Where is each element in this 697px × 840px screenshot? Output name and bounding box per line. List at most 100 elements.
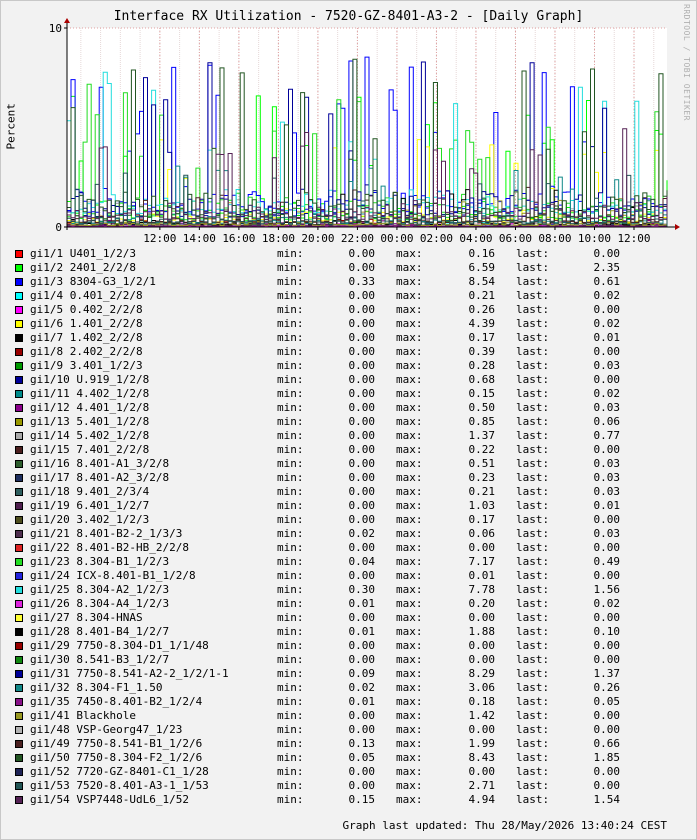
legend-swatch — [15, 502, 23, 510]
last-label: last: — [516, 709, 550, 722]
legend-row: gi1/6 1.401_2/2/8 min: 0.00 max: 4.39 last: 0.… — [15, 317, 675, 331]
legend-swatch — [15, 418, 23, 426]
legend-row: gi1/11 4.402_1/2/8 min: 0.00 max: 0.15 last: 0… — [15, 387, 675, 401]
legend-row: gi1/17 8.401-A2_3/2/8 min: 0.00 max: 0.23 las… — [15, 471, 675, 485]
min-label: min: — [277, 289, 304, 302]
min-value: 0.00 — [348, 541, 376, 554]
last-value: 0.66 — [593, 737, 621, 750]
max-value: 1.88 — [468, 625, 496, 638]
legend-row: gi1/1 U401_1/2/3 min: 0.00 max: 0.16 last: 0.0… — [15, 247, 675, 261]
legend-swatch — [15, 628, 23, 636]
last-value: 2.35 — [593, 261, 621, 274]
last-value: 0.03 — [593, 471, 621, 484]
last-value: 0.02 — [593, 597, 621, 610]
y-tick-label: 0 — [55, 221, 62, 234]
last-value: 0.26 — [593, 681, 621, 694]
series-name: gi1/13 5.401_1/2/8 — [30, 415, 150, 428]
series-name: gi1/12 4.401_1/2/8 — [30, 401, 150, 414]
max-label: max: — [396, 457, 423, 470]
min-value: 0.13 — [348, 737, 376, 750]
min-label: min: — [277, 247, 304, 260]
legend-row: gi1/26 8.304-A4_1/2/3 min: 0.01 max: 0.20 las… — [15, 597, 675, 611]
legend-swatch — [15, 642, 23, 650]
max-value: 7.17 — [468, 555, 496, 568]
last-label: last: — [516, 569, 550, 582]
last-value: 1.37 — [593, 667, 621, 680]
max-label: max: — [396, 555, 423, 568]
max-value: 4.94 — [468, 793, 496, 806]
series-name: gi1/48 VSP-Georg47_1/23 — [30, 723, 183, 736]
min-value: 0.15 — [348, 793, 376, 806]
last-value: 0.10 — [593, 625, 621, 638]
min-value: 0.02 — [348, 527, 376, 540]
last-value: 1.54 — [593, 793, 621, 806]
max-label: max: — [396, 793, 423, 806]
legend-swatch — [15, 712, 23, 720]
min-label: min: — [277, 597, 304, 610]
min-label: min: — [277, 359, 304, 372]
last-label: last: — [516, 555, 550, 568]
last-value: 1.85 — [593, 751, 621, 764]
last-label: last: — [516, 457, 550, 470]
last-value: 0.03 — [593, 359, 621, 372]
last-label: last: — [516, 597, 550, 610]
last-label: last: — [516, 583, 550, 596]
min-value: 0.00 — [348, 429, 376, 442]
max-label: max: — [396, 415, 423, 428]
min-label: min: — [277, 737, 304, 750]
min-label: min: — [277, 303, 304, 316]
series-name: gi1/4 0.401_2/2/8 — [30, 289, 143, 302]
max-label: max: — [396, 429, 423, 442]
last-value: 0.00 — [593, 709, 621, 722]
series-name: gi1/27 8.304-HNAS — [30, 611, 143, 624]
legend-swatch — [15, 726, 23, 734]
x-tick-label: 14:00 — [183, 232, 216, 245]
max-value: 0.00 — [468, 541, 496, 554]
last-value: 0.02 — [593, 317, 621, 330]
last-label: last: — [516, 625, 550, 638]
series-name: gi1/30 8.541-B3_1/2/7 — [30, 653, 170, 666]
legend-swatch — [15, 474, 23, 482]
min-label: min: — [277, 667, 304, 680]
min-value: 0.00 — [348, 653, 376, 666]
min-value: 0.00 — [348, 779, 376, 792]
legend-row: gi1/8 2.402_2/2/8 min: 0.00 max: 0.39 last: 0.… — [15, 345, 675, 359]
min-label: min: — [277, 275, 304, 288]
series-name: gi1/3 8304-G3_1/2/1 — [30, 275, 156, 288]
min-label: min: — [277, 625, 304, 638]
x-tick-label: 12:00 — [143, 232, 176, 245]
min-label: min: — [277, 541, 304, 554]
last-label: last: — [516, 443, 550, 456]
max-label: max: — [396, 331, 423, 344]
max-label: max: — [396, 247, 423, 260]
min-value: 0.00 — [348, 723, 376, 736]
series-name: gi1/11 4.402_1/2/8 — [30, 387, 150, 400]
max-label: max: — [396, 303, 423, 316]
x-tick-label: 16:00 — [222, 232, 255, 245]
last-value: 0.00 — [593, 765, 621, 778]
max-label: max: — [396, 485, 423, 498]
legend-swatch — [15, 740, 23, 748]
min-value: 0.00 — [348, 303, 376, 316]
last-value: 0.77 — [593, 429, 621, 442]
min-value: 0.00 — [348, 373, 376, 386]
max-value: 1.42 — [468, 709, 496, 722]
min-label: min: — [277, 709, 304, 722]
legend-swatch — [15, 614, 23, 622]
max-value: 0.00 — [468, 611, 496, 624]
x-tick-label: 20:00 — [301, 232, 334, 245]
legend-row: gi1/5 0.402_2/2/8 min: 0.00 max: 0.26 last: 0.… — [15, 303, 675, 317]
min-label: min: — [277, 261, 304, 274]
max-label: max: — [396, 387, 423, 400]
min-label: min: — [277, 429, 304, 442]
max-value: 7.78 — [468, 583, 496, 596]
x-tick-label: 08:00 — [538, 232, 571, 245]
min-value: 0.00 — [348, 387, 376, 400]
legend-swatch — [15, 404, 23, 412]
last-label: last: — [516, 513, 550, 526]
legend-swatch — [15, 544, 23, 552]
x-tick-label: 04:00 — [459, 232, 492, 245]
min-value: 0.00 — [348, 261, 376, 274]
max-value: 3.06 — [468, 681, 496, 694]
legend-row: gi1/49 7750-8.541-B1_1/2/6 min: 0.13 max: 1.… — [15, 737, 675, 751]
